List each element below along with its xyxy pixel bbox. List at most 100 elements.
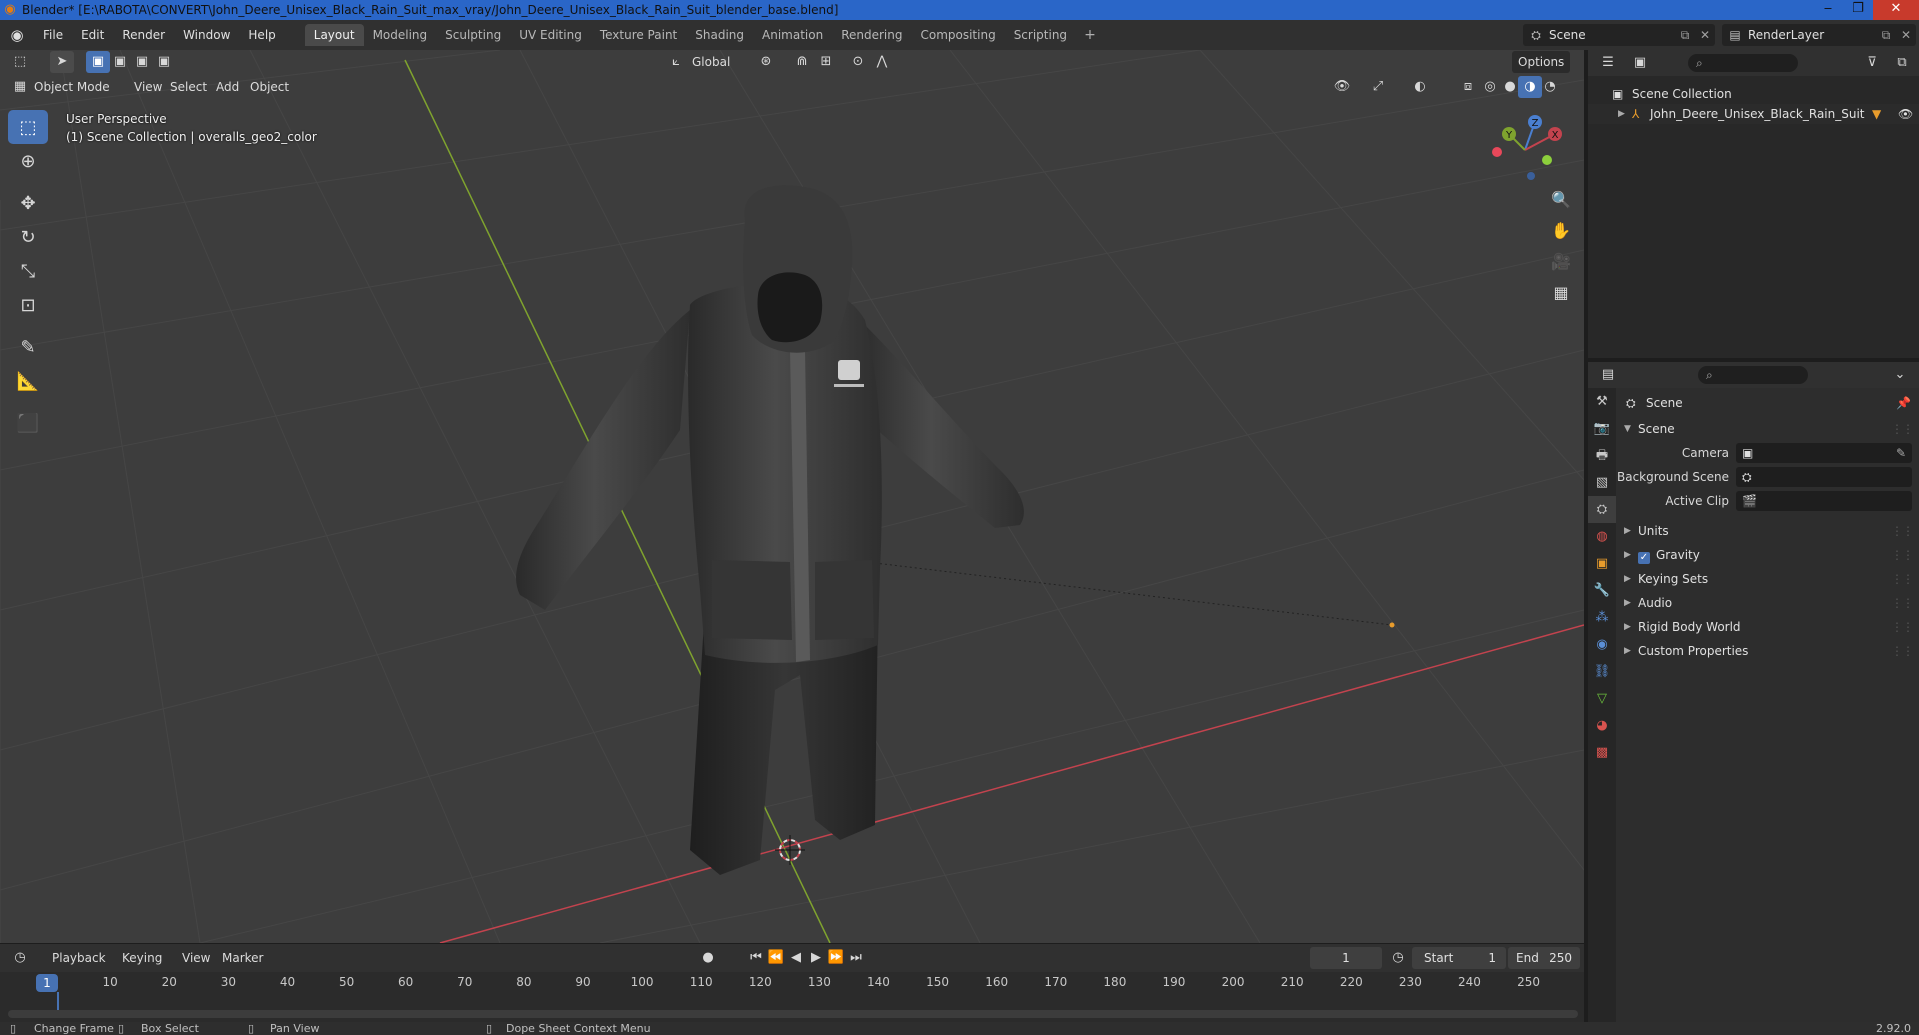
tool-tab-icon[interactable]: ⚒ [1588,388,1616,415]
keying-sets-panel-header[interactable]: ▶ Keying Sets ⋮⋮ [1616,568,1919,590]
move-tool-icon[interactable]: ✥ [8,186,48,220]
delete-scene-icon[interactable]: ✕ [1695,28,1715,42]
timeline-editor-type-icon[interactable]: ◷ [8,947,32,969]
menu-edit[interactable]: Edit [72,20,113,50]
tab-layout[interactable]: Layout [304,24,364,46]
menu-file[interactable]: File [34,20,72,50]
scene-name[interactable]: Scene [1549,28,1675,42]
tab-animation[interactable]: Animation [753,24,832,46]
properties-editor-type-icon[interactable]: ▤ [1596,364,1620,386]
gravity-panel-header[interactable]: ▶ ✓ Gravity ⋮⋮ [1616,544,1919,566]
panel-grip-icon[interactable]: ⋮⋮ [1891,418,1914,440]
cursor-tool-icon[interactable]: ⊕ [8,144,48,178]
snap-target-icon[interactable]: ⊞ [814,51,838,73]
minimize-button[interactable]: ‒ [1813,0,1843,20]
active-clip-field[interactable]: 🎬 [1736,491,1912,511]
data-tab-icon[interactable]: ▽ [1588,685,1616,712]
viewport-menu-object[interactable]: Object [244,76,295,98]
new-layer-icon[interactable]: ⧉ [1876,28,1896,43]
properties-search-input[interactable]: ⌕ [1698,366,1808,384]
navigation-gizmo[interactable]: Z X Y [1485,110,1565,190]
object-mode-dropdown[interactable]: Object Mode [28,76,116,98]
pan-hand-icon[interactable]: ✋ [1545,221,1577,252]
frame-ruler[interactable]: 10 20 30 40 50 60 70 80 90 100 110 120 130 140 150 160 1… [0,972,1584,994]
texture-tab-icon[interactable]: ▩ [1588,739,1616,766]
proportional-edit-icon[interactable]: ⊙ [846,51,870,73]
timeline-scrollbar[interactable] [8,1010,1578,1018]
gizmo-toggle-icon[interactable]: ⤢ [1366,76,1390,98]
3d-viewport[interactable]: ⬚ ➤ ▣ ▣ ▣ ▣ ⟀ Global ⊛ ⋒ ⊞ ⊙ ⋀ Options ▦… [0,50,1584,943]
select-extend-icon[interactable]: ▣ [108,51,132,73]
background-scene-field[interactable]: ⛭ [1736,467,1912,487]
modifier-tab-icon[interactable]: 🔧 [1588,577,1616,604]
scene-panel-header[interactable]: ▼ Scene ⋮⋮ [1616,418,1919,440]
physics-tab-icon[interactable]: ◉ [1588,631,1616,658]
world-tab-icon[interactable]: ◍ [1588,523,1616,550]
start-frame-field[interactable]: Start 1 [1412,947,1506,969]
tab-modeling[interactable]: Modeling [364,24,437,46]
end-frame-field[interactable]: End 250 [1508,947,1580,969]
panel-grip-icon[interactable]: ⋮⋮ [1891,640,1914,662]
preview-range-icon[interactable]: ◷ [1386,947,1410,969]
outliner-editor-type-icon[interactable]: ☰ [1596,52,1620,74]
view-layer-selector[interactable]: ▤ RenderLayer ⧉ ✕ [1722,24,1916,46]
audio-panel-header[interactable]: ▶ Audio ⋮⋮ [1616,592,1919,614]
scene-selector[interactable]: ⛭ Scene ⧉ ✕ [1523,24,1715,46]
camera-field[interactable]: ▣ ✎ [1736,443,1912,463]
editor-type-icon[interactable]: ⬚ [8,51,32,73]
rain-suit-model[interactable] [516,185,1024,875]
playhead-frame[interactable]: 1 [36,974,58,992]
tab-rendering[interactable]: Rendering [832,24,911,46]
add-workspace-icon[interactable]: + [1076,27,1104,43]
object-tab-icon[interactable]: ▣ [1588,550,1616,577]
overlays-icon[interactable]: ◐ [1408,76,1432,98]
visibility-eye-icon[interactable]: 👁 [1898,104,1913,124]
panel-grip-icon[interactable]: ⋮⋮ [1891,568,1914,590]
select-new-icon[interactable]: ▣ [86,51,110,73]
filter-icon[interactable]: ⊽ [1860,52,1884,74]
units-panel-header[interactable]: ▶ Units ⋮⋮ [1616,520,1919,542]
annotate-tool-icon[interactable]: ✎ [8,330,48,364]
options-dropdown[interactable]: Options [1512,51,1571,73]
menu-help[interactable]: Help [239,20,284,50]
transform-orientation-icon[interactable]: ⟀ [664,51,688,73]
timeline-view-menu[interactable]: View [176,947,216,969]
select-mode-icon[interactable]: ➤ [50,51,74,73]
menu-render[interactable]: Render [113,20,174,50]
visibility-icon[interactable]: 👁 [1330,76,1354,98]
tab-compositing[interactable]: Compositing [911,24,1004,46]
expand-arrow-icon[interactable]: ▶ [1618,104,1625,124]
delete-layer-icon[interactable]: ✕ [1896,28,1916,42]
tab-texture-paint[interactable]: Texture Paint [591,24,686,46]
camera-view-icon[interactable]: 🎥 [1545,252,1577,283]
panel-grip-icon[interactable]: ⋮⋮ [1891,520,1914,542]
scene-tab-icon[interactable]: ⛭ [1588,496,1616,523]
playback-menu[interactable]: Playback [46,947,112,969]
rigid-body-world-panel-header[interactable]: ▶ Rigid Body World ⋮⋮ [1616,616,1919,638]
pivot-point-icon[interactable]: ⊛ [754,51,778,73]
current-frame-field[interactable]: 1 [1310,947,1382,969]
tab-scripting[interactable]: Scripting [1005,24,1076,46]
ortho-grid-icon[interactable]: ▦ [1545,283,1577,314]
light-object[interactable] [1389,622,1395,628]
constraints-tab-icon[interactable]: ⛓ [1588,658,1616,685]
properties-options-icon[interactable]: ⌄ [1888,364,1912,386]
rendered-shading-icon[interactable]: ◔ [1538,76,1562,98]
menu-window[interactable]: Window [174,20,239,50]
select-invert-icon[interactable]: ▣ [152,51,176,73]
render-tab-icon[interactable]: 📷 [1588,415,1616,442]
transform-orientation-dropdown[interactable]: Global [686,51,746,73]
tab-sculpting[interactable]: Sculpting [436,24,510,46]
viewport-menu-add[interactable]: Add [210,76,245,98]
maximize-button[interactable]: ❐ [1843,0,1873,20]
outliner-search-input[interactable]: ⌕ [1688,54,1798,72]
new-collection-icon[interactable]: ⧉ [1890,52,1914,74]
transform-tool-icon[interactable]: ⊡ [8,288,48,322]
custom-properties-panel-header[interactable]: ▶ Custom Properties ⋮⋮ [1616,640,1919,662]
falloff-icon[interactable]: ⋀ [870,51,894,73]
jump-end-icon[interactable]: ⏭ [844,947,868,969]
outliner-scene-collection[interactable]: ▣ Scene Collection [1588,84,1919,104]
zoom-icon[interactable]: 🔍 [1545,190,1577,221]
snap-icon[interactable]: ⋒ [790,51,814,73]
viewport-menu-view[interactable]: View [128,76,168,98]
